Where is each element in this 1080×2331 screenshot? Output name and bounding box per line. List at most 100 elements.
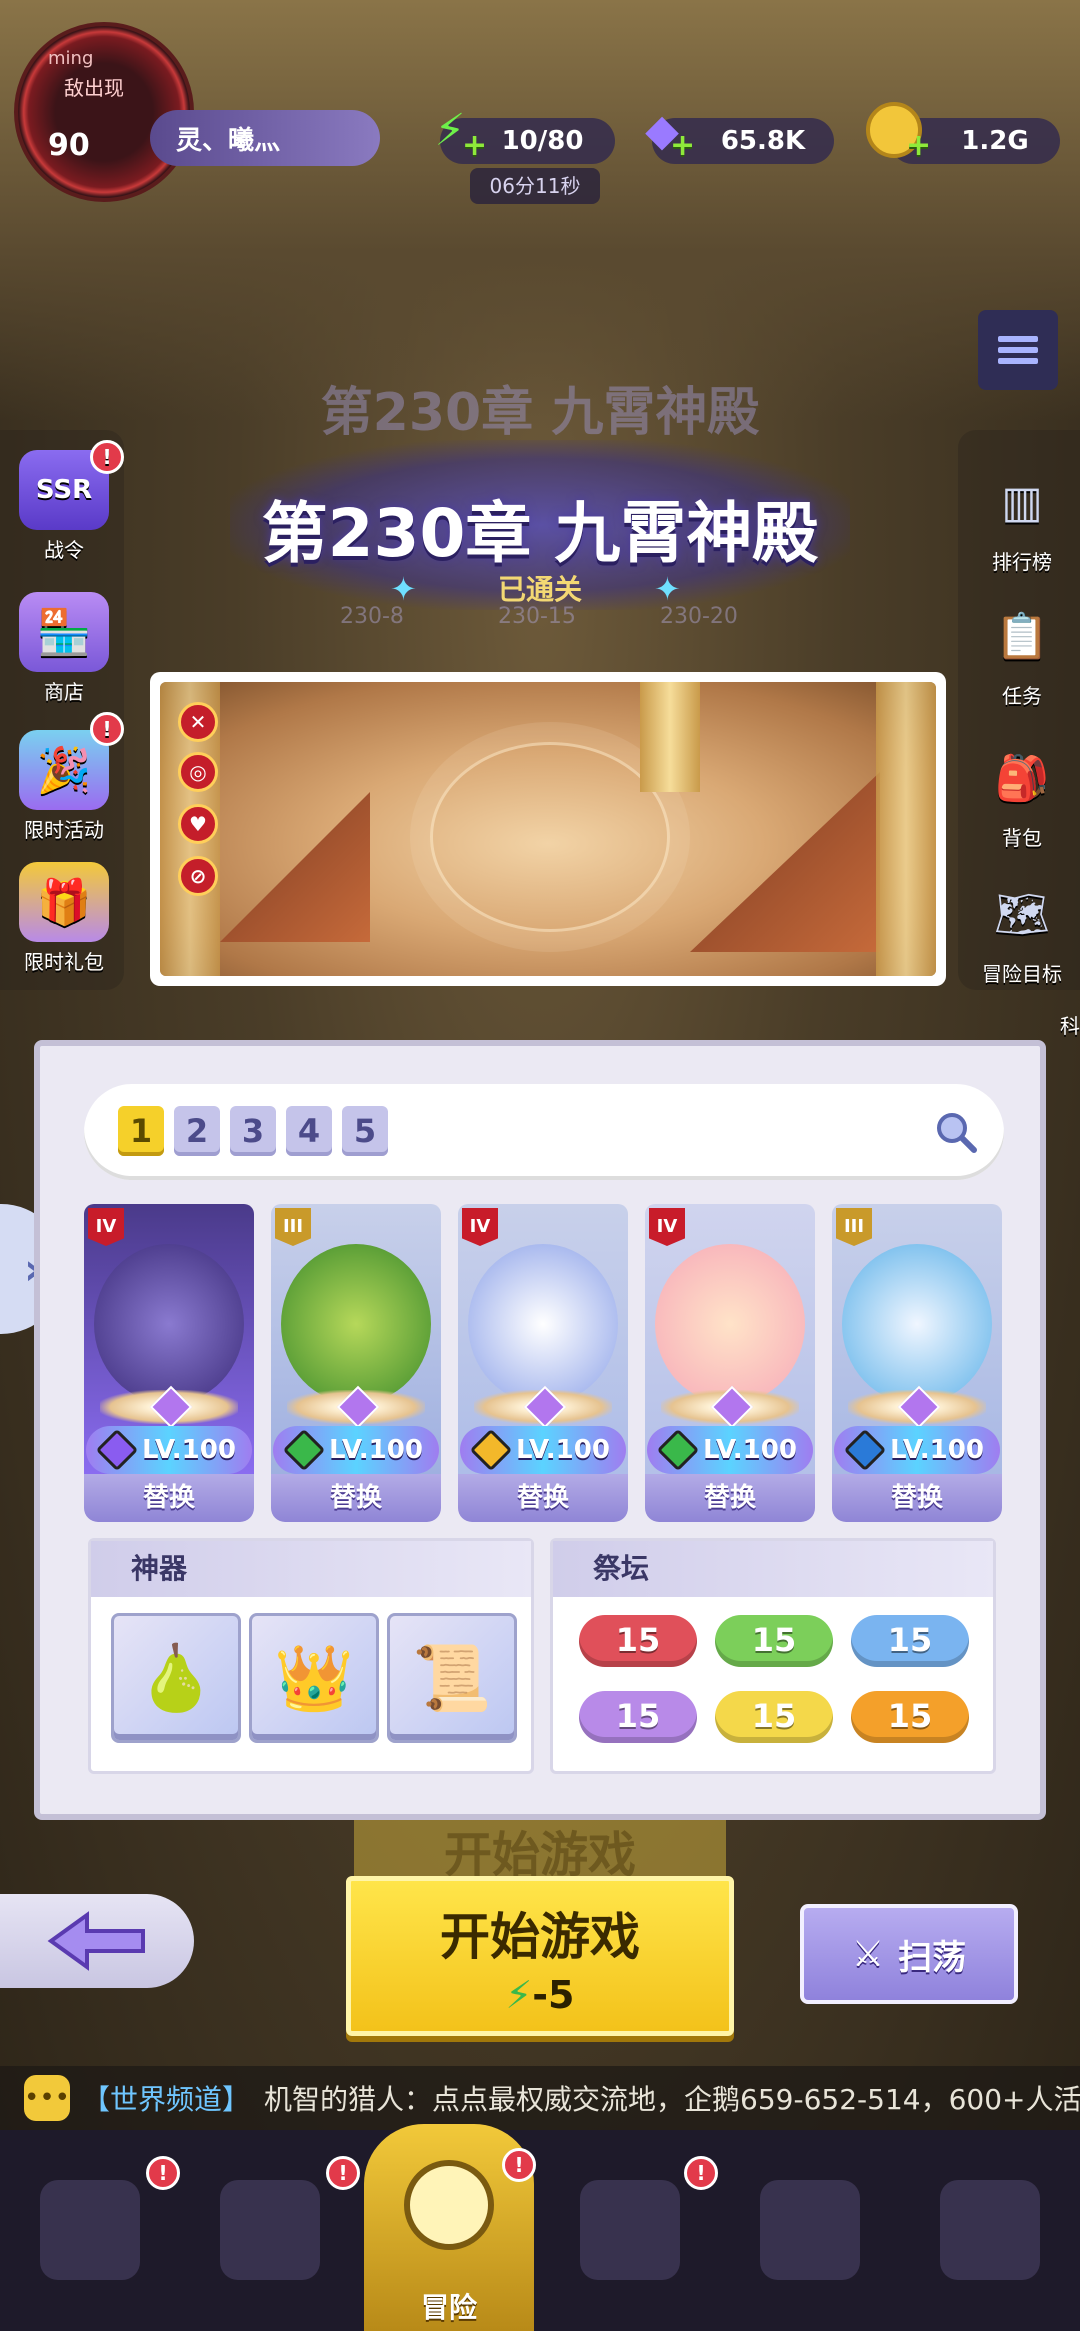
sweep-button[interactable]: ⚔ 扫荡 <box>800 1904 1018 2004</box>
search-icon[interactable] <box>934 1110 978 1154</box>
compass-icon <box>404 2160 494 2250</box>
side-item-gift-pack[interactable]: 🎁 限时礼包 <box>4 862 124 975</box>
team-tab-3[interactable]: 3 <box>230 1106 276 1156</box>
replace-button[interactable]: 替换 <box>458 1474 628 1522</box>
start-game-label: 开始游戏 <box>440 1908 640 1966</box>
task-icon: 📋 <box>994 611 1050 662</box>
hero-level: LV.100 <box>834 1426 1000 1474</box>
temple-mandala <box>430 742 670 932</box>
hero-portrait <box>655 1244 805 1404</box>
crossed-swords-icon: ⚔ <box>851 1933 885 1975</box>
tier-badge: III <box>275 1208 311 1246</box>
hero-slot[interactable]: IV LV.100 替换 <box>645 1204 815 1522</box>
replace-button[interactable]: 替换 <box>271 1474 441 1522</box>
team-tab-2[interactable]: 2 <box>174 1106 220 1156</box>
stage-preview: ✕ ◎ ♥ ⊘ <box>150 672 946 986</box>
energy-cost-value: -5 <box>532 1973 575 2017</box>
world-chat-bar[interactable]: ••• 【世界频道】 机智的猎人：点点最权威交流地，企鹅659-652-514，… <box>0 2066 1080 2130</box>
purple-gourd-icon[interactable]: 🍐 <box>111 1613 241 1743</box>
tier-badge: IV <box>649 1208 685 1246</box>
side-item-task[interactable]: 📋 任务 <box>962 596 1080 709</box>
stairs <box>690 772 880 952</box>
nav-tab-adventure-label: 冒险 <box>420 2291 477 2324</box>
replace-button[interactable]: 替换 <box>832 1474 1002 1522</box>
team-tab-5[interactable]: 5 <box>342 1106 388 1156</box>
hero-level: LV.100 <box>86 1426 252 1474</box>
sparkle-icon: ✦ <box>654 570 681 608</box>
altar-value-purple[interactable]: 15 <box>579 1691 697 1743</box>
hero-slot[interactable]: III LV.100 替换 <box>271 1204 441 1522</box>
side-item-tech[interactable]: 科 <box>1000 1010 1080 1039</box>
status-effect-icon: ⊘ <box>178 856 218 896</box>
hero-level-text: LV.100 <box>329 1435 423 1465</box>
notification-badge: ! <box>326 2156 360 2190</box>
hero-slot[interactable]: III LV.100 替换 <box>832 1204 1002 1522</box>
chapter-status: 已通关 <box>497 573 582 606</box>
notification-badge: ! <box>502 2148 536 2182</box>
hero-slot[interactable]: IV LV.100 替换 <box>84 1204 254 1522</box>
altar-value-yellow[interactable]: 15 <box>715 1691 833 1743</box>
status-effect-icon: ◎ <box>178 752 218 792</box>
back-button[interactable] <box>0 1894 194 1988</box>
add-energy-icon[interactable]: + <box>462 128 487 163</box>
player-name: 灵、曦灬 <box>176 125 281 156</box>
replace-button[interactable]: 替换 <box>645 1474 815 1522</box>
chat-channel: 【世界频道】 <box>82 2083 251 2116</box>
nav-tab-shop[interactable] <box>920 2160 1060 2300</box>
avatar-status-tag: ming <box>48 48 94 69</box>
team-tab-4[interactable]: 4 <box>286 1106 332 1156</box>
player-name-pill[interactable]: 灵、曦灬 <box>150 110 380 166</box>
side-item-label: 背包 <box>1002 826 1042 850</box>
hero-portrait <box>94 1244 244 1404</box>
side-item-label: 限时礼包 <box>24 950 104 974</box>
status-effect-icon: ♥ <box>178 804 218 844</box>
side-item-shop[interactable]: 🏪 商店 <box>4 592 124 705</box>
gift-icon: 🎁 <box>19 862 109 942</box>
hero-list: IV LV.100 替换 III LV.100 替换 IV LV.100 替换 <box>84 1204 1004 1522</box>
stairs <box>220 792 370 942</box>
side-item-event[interactable]: 🎉 限时活动 ! <box>4 712 124 843</box>
chat-bubble-icon: ••• <box>24 2075 71 2121</box>
start-game-button[interactable]: 开始游戏 ⚡-5 <box>346 1876 734 2036</box>
hero-level: LV.100 <box>647 1426 813 1474</box>
altar-value-green[interactable]: 15 <box>715 1615 833 1667</box>
hero-slot[interactable]: IV LV.100 替换 <box>458 1204 628 1522</box>
notification-badge: ! <box>90 440 124 474</box>
arrow-left-icon <box>47 1911 145 1971</box>
golden-crown-icon[interactable]: 👑 <box>249 1613 379 1743</box>
altar-value-red[interactable]: 15 <box>579 1615 697 1667</box>
side-item-label: 冒险目标 <box>982 962 1062 986</box>
side-item-adventure-goal[interactable]: 🗺 冒险目标 <box>962 874 1080 987</box>
scroll-icon[interactable]: 📜 <box>387 1613 517 1743</box>
hero-portrait <box>281 1244 431 1404</box>
nav-tab-cards[interactable] <box>20 2160 160 2300</box>
element-gem-icon <box>843 1428 887 1472</box>
team-panel: 1 2 3 4 5 IV LV.100 替换 III LV.100 替换 IV … <box>34 1040 1046 1820</box>
team-tab-1[interactable]: 1 <box>118 1106 164 1156</box>
stage-label: 230-15 <box>498 604 576 629</box>
altar-value-orange[interactable]: 15 <box>851 1691 969 1743</box>
player-level: 90 <box>48 128 90 163</box>
altar-value-blue[interactable]: 15 <box>851 1615 969 1667</box>
nav-tab-heroes[interactable] <box>200 2160 340 2300</box>
hero-portrait <box>842 1244 992 1404</box>
nav-tab-guild[interactable] <box>740 2160 880 2300</box>
chapter-ghost-title: 第230章 九霄神殿 <box>320 383 760 443</box>
nav-tab-castle[interactable] <box>560 2160 700 2300</box>
altar-header: 祭坛 <box>553 1541 993 1597</box>
side-item-backpack[interactable]: 🎒 背包 <box>962 738 1080 851</box>
hero-level-text: LV.100 <box>703 1435 797 1465</box>
gold-value: 1.2G <box>961 126 1029 156</box>
chat-message: 机智的猎人：点点最权威交流地，企鹅659-652-514，600+人活 <box>264 2083 1080 2116</box>
side-item-label: 商店 <box>44 680 84 704</box>
rank-wings-icon <box>287 1390 425 1424</box>
notification-badge: ! <box>90 712 124 746</box>
add-gems-icon[interactable]: + <box>670 128 695 163</box>
element-gem-icon <box>469 1428 513 1472</box>
energy-timer: 06分11秒 <box>470 168 600 204</box>
adventure-goal-icon: 🗺 <box>994 889 1050 940</box>
chapter-title: 第230章 九霄神殿 <box>261 495 819 572</box>
add-gold-icon[interactable]: + <box>906 128 931 163</box>
artifact-box: 神器 🍐 👑 📜 <box>88 1538 534 1774</box>
replace-button[interactable]: 替换 <box>84 1474 254 1522</box>
